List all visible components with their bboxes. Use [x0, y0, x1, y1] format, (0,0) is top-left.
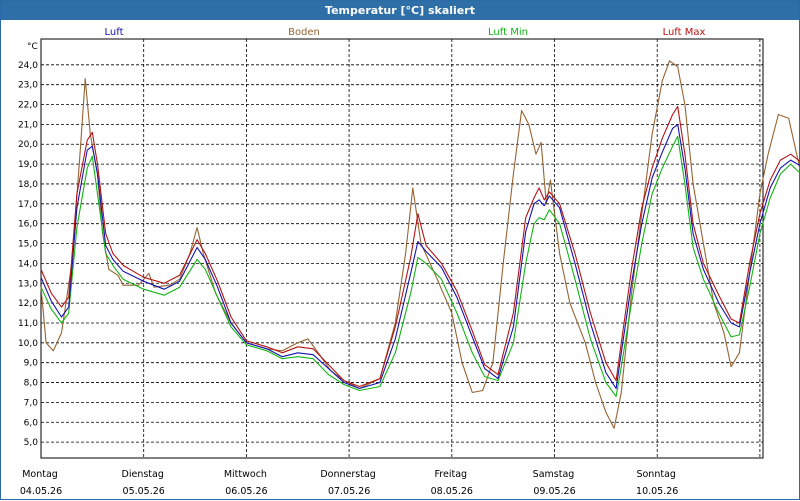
- x-tick-day: Sonntag: [636, 469, 675, 480]
- y-tick-label: 9,0: [24, 359, 39, 369]
- y-tick-label: 12,0: [18, 299, 38, 309]
- chart-window: Temperatur [°C] skaliert 5,0 6,0 7,0 8,0 9,0…: [0, 0, 800, 500]
- y-tick-label: 23,0: [18, 81, 38, 91]
- y-tick-label: 11,0: [18, 319, 38, 329]
- legend-entry: Luft Min: [488, 27, 528, 38]
- y-tick-label: 14,0: [18, 259, 38, 269]
- x-tick-day: Freitag: [435, 469, 468, 480]
- y-tick-label: 16,0: [18, 220, 38, 230]
- y-tick-label: 19,0: [18, 160, 38, 170]
- plot-frame: [40, 38, 764, 459]
- x-tick-day: Mittwoch: [224, 469, 267, 480]
- x-tick-date: 10.05.26: [636, 486, 678, 497]
- y-tick-label: 15,0: [18, 240, 38, 250]
- y-axis-label: °C: [27, 42, 38, 52]
- y-tick-label: 13,0: [18, 279, 38, 289]
- x-tick-date: 08.05.26: [431, 486, 473, 497]
- legend-entry: Boden: [288, 27, 320, 38]
- x-tick-day: Dienstag: [122, 469, 164, 480]
- y-tick-label: 21,0: [18, 120, 38, 130]
- x-tick-day: Samstag: [533, 469, 575, 480]
- x-tick-date: 05.05.26: [123, 486, 165, 497]
- series-line-luft-max: [40, 105, 800, 388]
- y-tick-label: 22,0: [18, 101, 38, 111]
- legend-entry: Luft: [105, 27, 124, 38]
- temperature-chart: 5,0 6,0 7,0 8,0 9,0 10,0 11,0 12,0 13,0 14,0 15,0 1…: [18, 27, 800, 497]
- x-tick-date: 07.05.26: [328, 486, 370, 497]
- y-tick-label: 18,0: [18, 180, 38, 190]
- y-tick-label: 10,0: [18, 339, 38, 349]
- y-tick-label: 7,0: [24, 398, 39, 408]
- y-tick-label: 5,0: [24, 438, 39, 448]
- x-tick-date: 09.05.26: [533, 486, 575, 497]
- y-tick-label: 8,0: [24, 379, 39, 389]
- x-tick-day: Donnerstag: [320, 469, 375, 480]
- y-tick-label: 17,0: [18, 200, 38, 210]
- x-tick-date: 04.05.26: [20, 486, 62, 497]
- x-tick-date: 06.05.26: [225, 486, 267, 497]
- legend-entry: Luft Max: [663, 27, 706, 38]
- y-tick-label: 24,0: [18, 61, 38, 71]
- y-tick-label: 20,0: [18, 140, 38, 150]
- y-tick-label: 6,0: [24, 418, 39, 428]
- x-tick-day: Montag: [22, 469, 58, 480]
